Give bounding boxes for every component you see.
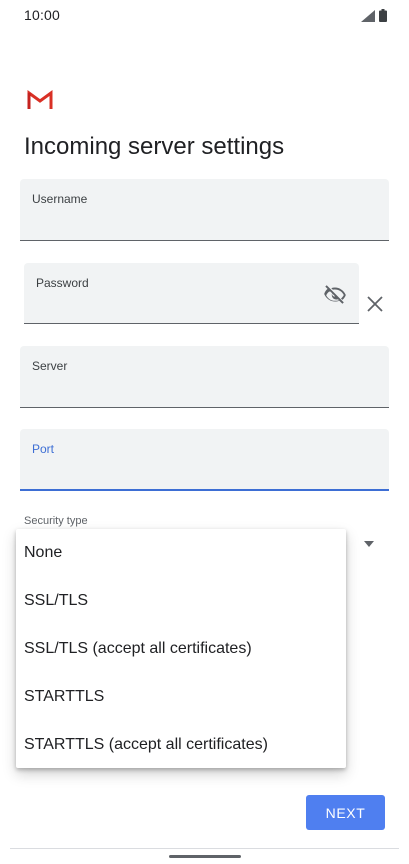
dropdown-arrow-icon[interactable]: [364, 541, 374, 547]
port-field[interactable]: Port: [20, 429, 389, 491]
password-label: Password: [36, 276, 89, 290]
menu-item-ssl-tls-accept-all[interactable]: SSL/TLS (accept all certificates): [16, 625, 346, 672]
page-title: Incoming server settings: [24, 133, 285, 160]
next-button[interactable]: NEXT: [306, 795, 385, 830]
server-label: Server: [32, 359, 68, 373]
status-icons: [361, 9, 387, 22]
security-type-label: Security type: [24, 515, 88, 527]
status-bar: 10:00: [0, 0, 409, 30]
home-indicator[interactable]: [169, 855, 241, 858]
server-field[interactable]: Server: [20, 346, 389, 408]
clear-password-button[interactable]: [364, 293, 386, 315]
visibility-off-icon[interactable]: [323, 283, 347, 307]
port-label: Port: [32, 442, 55, 456]
battery-icon: [379, 9, 387, 22]
status-time: 10:00: [24, 7, 61, 23]
close-icon: [367, 296, 383, 312]
username-label: Username: [32, 192, 88, 206]
menu-item-none[interactable]: None: [16, 529, 346, 576]
menu-item-starttls-accept-all[interactable]: STARTTLS (accept all certificates): [16, 721, 346, 768]
signal-icon: [361, 9, 375, 22]
gmail-logo-icon: [27, 90, 53, 109]
password-field[interactable]: Password: [24, 263, 359, 324]
menu-item-starttls[interactable]: STARTTLS: [16, 673, 346, 720]
username-field[interactable]: Username: [20, 179, 389, 241]
menu-item-ssl-tls[interactable]: SSL/TLS: [16, 577, 346, 624]
nav-divider: [10, 848, 399, 849]
security-type-menu: None SSL/TLS SSL/TLS (accept all certifi…: [16, 529, 346, 768]
